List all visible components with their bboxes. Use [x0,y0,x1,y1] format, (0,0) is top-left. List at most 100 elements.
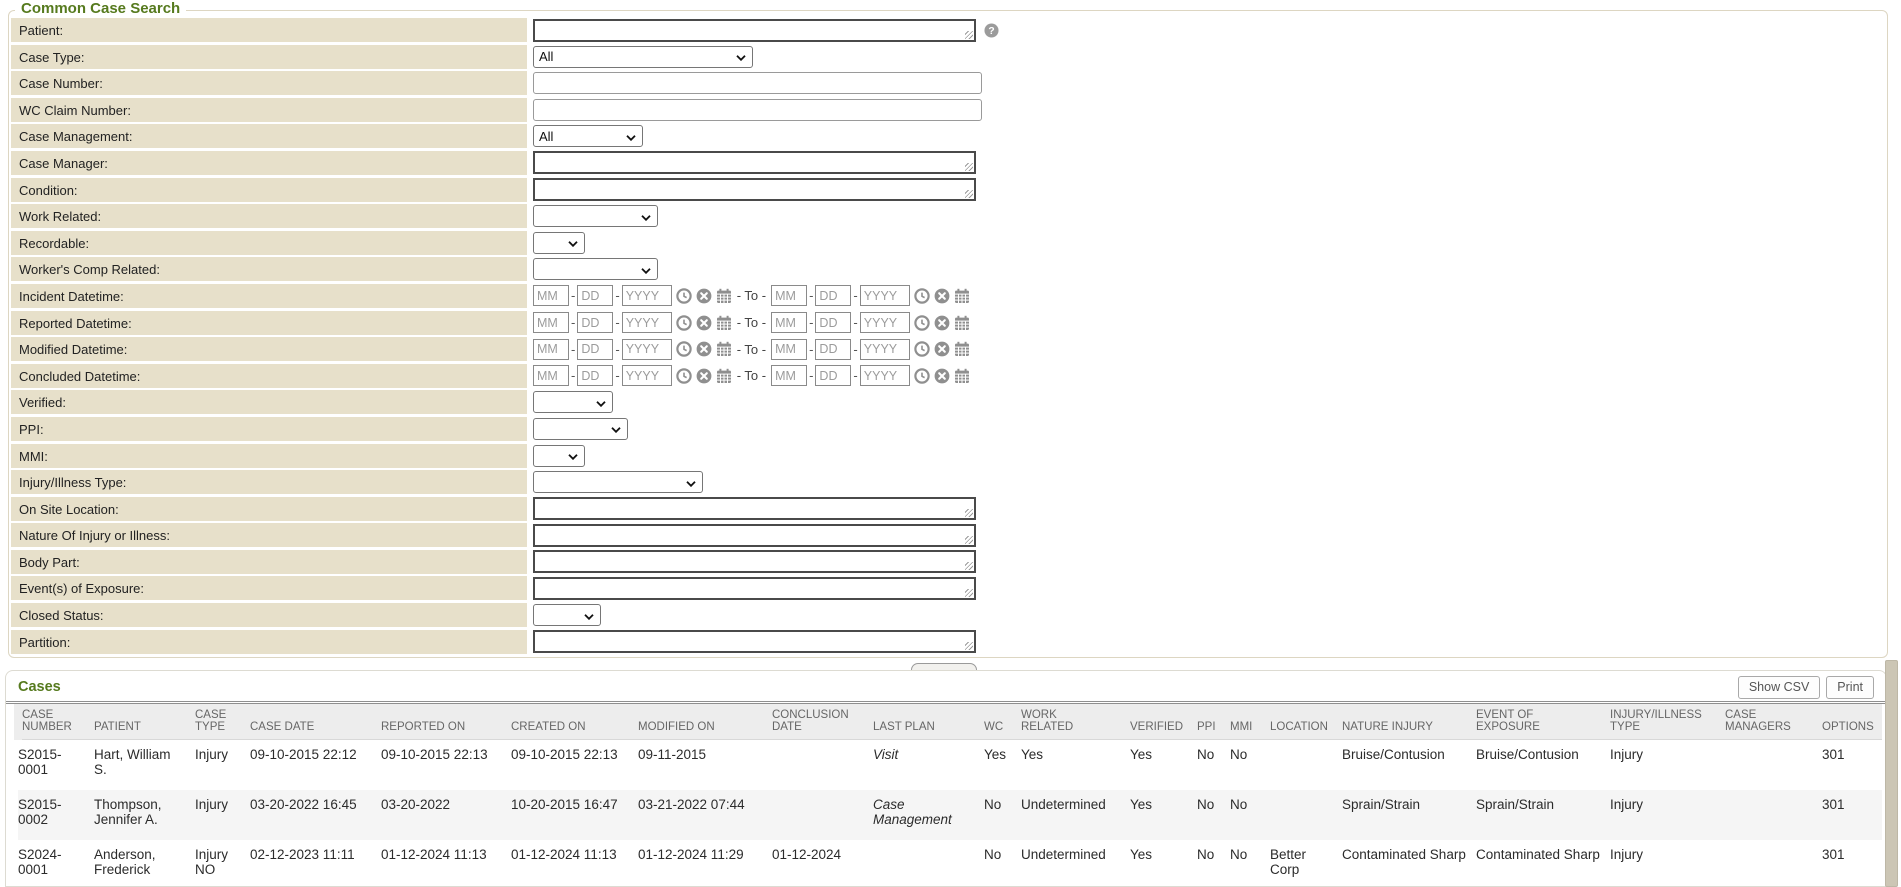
cell-wc: Yes [984,740,1021,791]
incident-datetime-to-dd-input[interactable] [815,285,851,306]
clock-icon[interactable] [914,315,930,331]
condition-textarea[interactable] [533,178,976,201]
incident-datetime-to-mm-input[interactable] [771,285,807,306]
reported-datetime-to-yyyy-input[interactable] [860,312,910,333]
calendar-icon[interactable] [716,288,732,304]
cell-injury_illness_type: Injury [1610,790,1725,840]
body-part-textarea-wrap [533,550,976,573]
clock-icon[interactable] [676,315,692,331]
workers-comp-related-select[interactable] [533,258,658,280]
cell-created_on: 09-10-2015 22:13 [511,740,638,791]
injury-illness-type-select[interactable] [533,471,703,493]
case-number-input[interactable] [533,72,982,94]
reported-datetime-from-mm-input[interactable] [533,312,569,333]
clear-icon[interactable] [696,341,712,357]
chevron-down-icon [568,235,578,250]
clock-icon[interactable] [676,368,692,384]
cell-nature_injury: Contaminated Sharp [1342,840,1476,887]
cell-mmi: No [1230,840,1270,887]
table-row: S2015-0001Hart, William S.Injury09-10-20… [18,740,1882,791]
case-manager-textarea-wrap [533,151,976,174]
show-csv-button[interactable]: Show CSV [1738,676,1820,699]
clear-icon[interactable] [696,288,712,304]
cell-case_type: Injury [195,740,250,791]
cell-last_plan: Case Management [873,790,984,840]
nature-of-injury-or-illness-textarea[interactable] [533,524,976,547]
work-related-select[interactable] [533,205,658,227]
on-site-location-control-area [530,497,1885,521]
closed-status-label: Closed Status: [11,603,527,627]
calendar-icon[interactable] [716,368,732,384]
modified-datetime-to-dd-input[interactable] [815,339,851,360]
wc-claim-number-input[interactable] [533,99,982,121]
ppi-select[interactable] [533,418,628,440]
clear-icon[interactable] [934,288,950,304]
incident-datetime-from-dd-input[interactable] [577,285,613,306]
clock-icon[interactable] [676,341,692,357]
events-of-exposure-textarea[interactable] [533,577,976,600]
chevron-down-icon [736,49,746,64]
column-header-modified_on: MODIFIED ON [638,704,772,740]
concluded-datetime-to-yyyy-input[interactable] [860,365,910,386]
concluded-datetime-to-mm-input[interactable] [771,365,807,386]
modified-datetime-from-yyyy-input[interactable] [622,339,672,360]
patient-textarea[interactable] [533,19,976,42]
calendar-icon[interactable] [954,288,970,304]
date-hyphen: - [853,368,857,383]
partition-textarea[interactable] [533,630,976,653]
verified-select[interactable] [533,391,613,413]
form-row-case-number: Case Number: [11,71,1885,95]
modified-datetime-label: Modified Datetime: [11,337,527,361]
calendar-icon[interactable] [954,341,970,357]
closed-status-select[interactable] [533,604,601,626]
reported-datetime-to-dd-input[interactable] [815,312,851,333]
concluded-datetime-from-dd-input[interactable] [577,365,613,386]
case-manager-textarea[interactable] [533,151,976,174]
help-icon[interactable]: ? [984,23,999,38]
reported-datetime-from-dd-input[interactable] [577,312,613,333]
reported-datetime-from-yyyy-input[interactable] [622,312,672,333]
body-part-textarea[interactable] [533,550,976,573]
concluded-datetime-from-yyyy-input[interactable] [622,365,672,386]
clock-icon[interactable] [914,368,930,384]
clock-icon[interactable] [914,288,930,304]
case-management-select[interactable]: All [533,125,643,147]
modified-datetime-from-mm-input[interactable] [533,339,569,360]
column-header-created_on: CREATED ON [511,704,638,740]
recordable-select[interactable] [533,232,585,254]
reported-datetime-to-mm-input[interactable] [771,312,807,333]
range-to-label: - To - [737,342,766,357]
cell-patient: Anderson, Frederick [94,840,195,887]
case-type-select[interactable]: All [533,46,753,68]
concluded-datetime-from-mm-input[interactable] [533,365,569,386]
cases-actions: Show CSV Print [1738,676,1874,699]
clear-icon[interactable] [934,315,950,331]
cell-case_managers [1725,840,1822,887]
calendar-icon[interactable] [716,315,732,331]
clear-icon[interactable] [696,315,712,331]
calendar-icon[interactable] [954,315,970,331]
calendar-icon[interactable] [716,341,732,357]
calendar-icon[interactable] [954,368,970,384]
chevron-down-icon [611,421,621,436]
clear-icon[interactable] [934,341,950,357]
print-button[interactable]: Print [1826,676,1874,699]
clear-icon[interactable] [934,368,950,384]
form-row-mmi: MMI: [11,444,1885,468]
clear-icon[interactable] [696,368,712,384]
incident-datetime-from-yyyy-input[interactable] [622,285,672,306]
partition-control-area [530,630,1885,654]
concluded-datetime-to-dd-input[interactable] [815,365,851,386]
on-site-location-textarea[interactable] [533,497,976,520]
mmi-select[interactable] [533,445,585,467]
modified-datetime-to-mm-input[interactable] [771,339,807,360]
clock-icon[interactable] [914,341,930,357]
date-hyphen: - [853,342,857,357]
clock-icon[interactable] [676,288,692,304]
cell-modified_on: 09-11-2015 [638,740,772,791]
vertical-scrollbar-thumb[interactable] [1885,660,1898,887]
modified-datetime-to-yyyy-input[interactable] [860,339,910,360]
modified-datetime-from-dd-input[interactable] [577,339,613,360]
incident-datetime-from-mm-input[interactable] [533,285,569,306]
incident-datetime-to-yyyy-input[interactable] [860,285,910,306]
